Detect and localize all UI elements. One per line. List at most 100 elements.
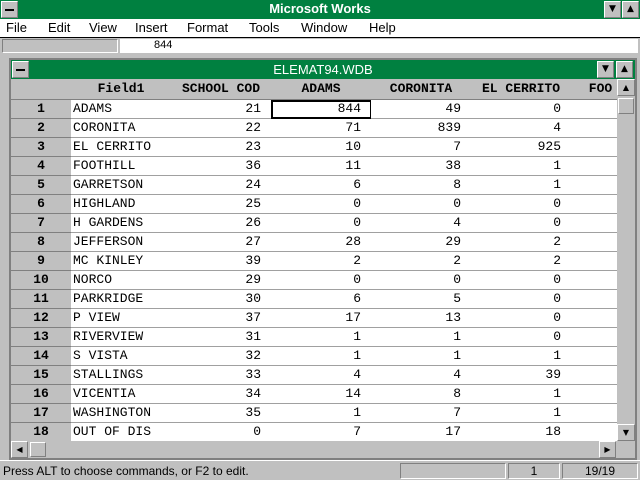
table-cell[interactable]: 6 [271,176,372,195]
row-number[interactable]: 2 [11,119,72,138]
table-cell[interactable] [571,404,617,423]
table-cell[interactable]: 8 [371,385,472,404]
table-cell[interactable]: 1 [271,347,372,366]
table-cell[interactable]: 839 [371,119,472,138]
table-cell[interactable] [571,366,617,385]
table-cell[interactable]: 4 [371,214,472,233]
table-cell[interactable]: 34 [171,385,272,404]
table-cell[interactable]: OUT OF DIS [71,423,172,441]
table-cell[interactable]: WASHINGTON [71,404,172,423]
table-cell[interactable]: 0 [471,214,572,233]
table-cell[interactable]: 0 [371,195,472,214]
table-cell[interactable] [571,195,617,214]
row-number[interactable]: 6 [11,195,72,214]
table-cell[interactable]: 0 [471,290,572,309]
menu-tools[interactable]: Tools [249,20,279,35]
table-cell[interactable] [571,309,617,328]
table-cell[interactable] [571,252,617,271]
row-number[interactable]: 16 [11,385,72,404]
scroll-right-arrow-icon[interactable]: ▶ [599,441,616,458]
table-cell[interactable]: 0 [271,271,372,290]
column-header[interactable]: SCHOOL COD [171,79,272,100]
table-cell[interactable]: 925 [471,138,572,157]
table-cell[interactable]: HIGHLAND [71,195,172,214]
row-number[interactable]: 11 [11,290,72,309]
table-cell[interactable]: 4 [271,366,372,385]
menu-insert[interactable]: Insert [135,20,168,35]
table-cell[interactable]: 28 [271,233,372,252]
table-cell[interactable]: 1 [471,347,572,366]
table-cell[interactable]: 31 [171,328,272,347]
table-cell[interactable]: H GARDENS [71,214,172,233]
table-cell[interactable]: 26 [171,214,272,233]
horizontal-scroll-thumb[interactable] [30,442,46,457]
row-number[interactable]: 8 [11,233,72,252]
table-cell[interactable]: 2 [471,233,572,252]
row-number[interactable]: 10 [11,271,72,290]
table-cell[interactable]: ADAMS [71,100,172,119]
table-cell[interactable]: PARKRIDGE [71,290,172,309]
row-number[interactable]: 3 [11,138,72,157]
table-cell[interactable] [571,347,617,366]
table-cell[interactable]: 4 [371,366,472,385]
table-cell[interactable]: 23 [171,138,272,157]
table-cell[interactable]: 0 [371,271,472,290]
table-cell[interactable]: 1 [271,404,372,423]
row-number[interactable]: 1 [11,100,72,119]
table-cell[interactable]: 27 [171,233,272,252]
menu-help[interactable]: Help [369,20,396,35]
row-number[interactable]: 7 [11,214,72,233]
table-cell[interactable]: 18 [471,423,572,441]
table-cell[interactable]: 0 [471,271,572,290]
scroll-left-arrow-icon[interactable]: ◀ [11,441,28,458]
table-cell[interactable]: 0 [471,100,572,119]
menu-file[interactable]: File [6,20,27,35]
table-cell[interactable]: 0 [171,423,272,441]
table-cell[interactable]: 1 [471,157,572,176]
grid-corner[interactable] [11,79,72,100]
table-cell[interactable]: 24 [171,176,272,195]
table-cell[interactable]: 38 [371,157,472,176]
menu-format[interactable]: Format [187,20,228,35]
menu-view[interactable]: View [89,20,117,35]
row-number[interactable]: 13 [11,328,72,347]
table-cell[interactable]: VICENTIA [71,385,172,404]
table-cell[interactable]: 1 [471,176,572,195]
row-number[interactable]: 17 [11,404,72,423]
table-cell[interactable]: 49 [371,100,472,119]
row-number[interactable]: 14 [11,347,72,366]
table-cell[interactable]: 1 [471,404,572,423]
table-cell[interactable]: 33 [171,366,272,385]
table-cell[interactable] [571,290,617,309]
table-cell[interactable]: 7 [371,138,472,157]
column-header[interactable]: CORONITA [371,79,472,100]
selected-cell[interactable]: 844 [271,100,372,119]
table-cell[interactable]: 39 [471,366,572,385]
table-cell[interactable]: 17 [371,423,472,441]
table-cell[interactable] [571,138,617,157]
table-cell[interactable]: 17 [271,309,372,328]
table-cell[interactable]: GARRETSON [71,176,172,195]
table-cell[interactable]: CORONITA [71,119,172,138]
table-cell[interactable]: 35 [171,404,272,423]
table-cell[interactable]: 0 [471,195,572,214]
table-cell[interactable]: 37 [171,309,272,328]
table-cell[interactable]: 2 [471,252,572,271]
table-cell[interactable]: S VISTA [71,347,172,366]
table-cell[interactable]: 6 [271,290,372,309]
table-cell[interactable]: 39 [171,252,272,271]
table-cell[interactable] [571,328,617,347]
table-cell[interactable]: 1 [371,328,472,347]
table-cell[interactable] [571,423,617,441]
table-cell[interactable]: JEFFERSON [71,233,172,252]
table-cell[interactable]: 8 [371,176,472,195]
horizontal-scrollbar[interactable]: ◀ ▶ [11,441,617,458]
table-cell[interactable] [571,157,617,176]
table-cell[interactable]: 71 [271,119,372,138]
minimize-icon[interactable]: ▼ [604,1,621,18]
column-header[interactable]: ADAMS [271,79,372,100]
table-cell[interactable]: 14 [271,385,372,404]
table-cell[interactable]: P VIEW [71,309,172,328]
table-cell[interactable]: 0 [471,328,572,347]
table-cell[interactable]: 2 [271,252,372,271]
